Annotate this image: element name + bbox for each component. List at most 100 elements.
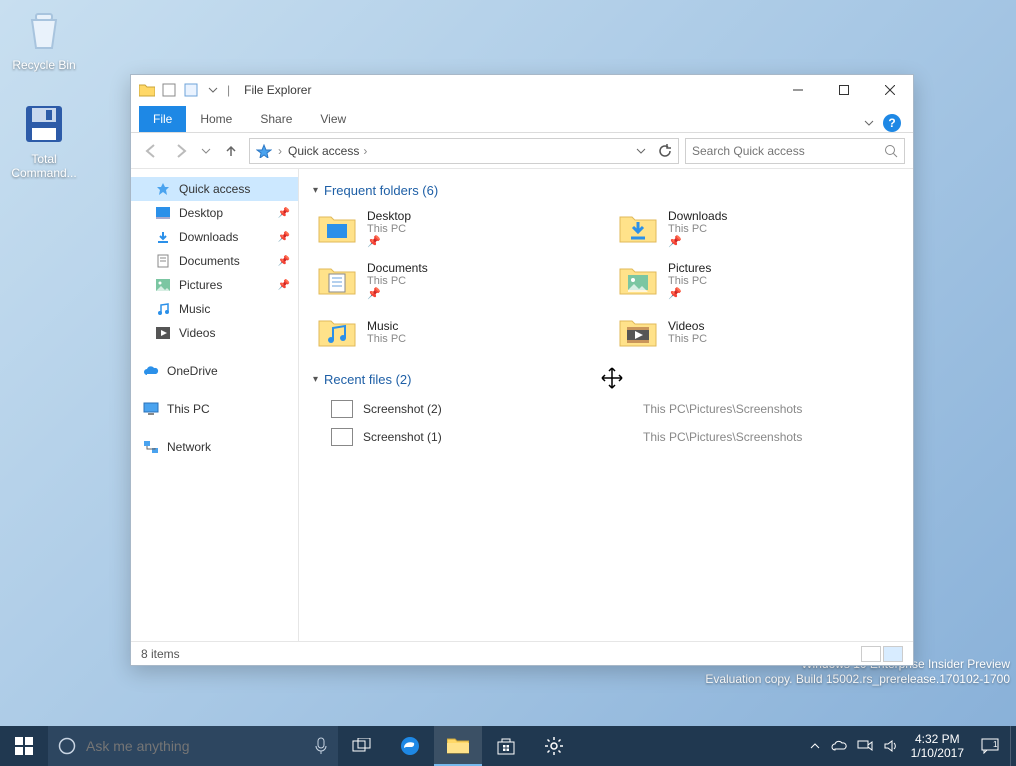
onedrive-tray-icon[interactable]	[831, 740, 847, 752]
tab-file[interactable]: File	[139, 106, 186, 132]
folder-item[interactable]: PicturesThis PC📌	[614, 258, 899, 302]
tray-chevron-up-icon[interactable]	[809, 740, 821, 752]
quick-access-star-icon	[256, 144, 272, 158]
show-desktop-button[interactable]	[1010, 726, 1016, 766]
system-tray[interactable]	[803, 739, 905, 753]
folder-sub: This PC	[668, 275, 711, 287]
microphone-icon[interactable]	[314, 737, 328, 755]
quick-access-toolbar	[137, 80, 223, 100]
folder-sub: This PC	[367, 333, 406, 345]
taskbar-search-input[interactable]	[86, 738, 304, 754]
network-tray-icon[interactable]	[857, 739, 873, 753]
star-icon	[155, 181, 171, 197]
tab-home[interactable]: Home	[186, 106, 246, 132]
file-explorer-window: | File Explorer File Home Share View ?	[130, 74, 914, 666]
recycle-bin-icon	[20, 6, 68, 54]
folder-item[interactable]: DocumentsThis PC📌	[313, 258, 598, 302]
nav-back-button[interactable]	[139, 139, 163, 163]
titlebar[interactable]: | File Explorer	[131, 75, 913, 105]
maximize-button[interactable]	[821, 75, 867, 105]
action-center-button[interactable]: 1	[970, 726, 1010, 766]
sidebar-item-quick-access[interactable]: Quick access	[131, 177, 298, 201]
sidebar-item-videos[interactable]: Videos	[131, 321, 298, 345]
ribbon-expand-icon[interactable]	[863, 117, 875, 129]
new-folder-icon[interactable]	[181, 80, 201, 100]
breadcrumb-chevron-icon[interactable]: ›	[363, 144, 367, 158]
address-bar[interactable]: › Quick access ›	[249, 138, 679, 164]
pin-icon: 📌	[367, 287, 428, 300]
nav-up-button[interactable]	[219, 139, 243, 163]
task-view-button[interactable]	[338, 726, 386, 766]
sidebar-item-music[interactable]: Music	[131, 297, 298, 321]
sidebar-item-onedrive[interactable]: OneDrive	[131, 359, 298, 383]
taskbar-store[interactable]	[482, 726, 530, 766]
taskbar-edge[interactable]	[386, 726, 434, 766]
folder-item[interactable]: MusicThis PC	[313, 310, 598, 354]
folder-item[interactable]: DownloadsThis PC📌	[614, 206, 899, 250]
content-pane[interactable]: ▾ Frequent folders (6) DesktopThis PC📌 Do…	[299, 169, 913, 641]
folder-icon	[618, 312, 658, 352]
sidebar-item-downloads[interactable]: Downloads 📌	[131, 225, 298, 249]
group-recent-files[interactable]: ▾ Recent files (2)	[313, 372, 899, 387]
sidebar-item-label: Videos	[179, 326, 215, 340]
desktop-icon-total-commander[interactable]: Total Command...	[6, 100, 82, 180]
search-input[interactable]	[692, 144, 884, 158]
qat-dropdown-icon[interactable]	[203, 80, 223, 100]
desktop-icon-recycle-bin[interactable]: Recycle Bin	[6, 6, 82, 72]
sidebar-item-pictures[interactable]: Pictures 📌	[131, 273, 298, 297]
folder-name: Downloads	[668, 209, 727, 223]
help-button[interactable]: ?	[883, 114, 901, 132]
computer-icon	[143, 401, 159, 417]
clock-date: 1/10/2017	[911, 746, 964, 760]
sidebar-item-desktop[interactable]: Desktop 📌	[131, 201, 298, 225]
nav-recent-dropdown[interactable]	[199, 139, 213, 163]
tab-view[interactable]: View	[306, 106, 360, 132]
chevron-down-icon: ▾	[313, 374, 318, 385]
search-icon[interactable]	[884, 144, 898, 158]
volume-tray-icon[interactable]	[883, 739, 899, 753]
titlebar-separator: |	[227, 83, 230, 97]
music-icon	[155, 301, 171, 317]
desktop[interactable]: Recycle Bin Total Command... Windows 10 …	[0, 0, 1016, 726]
breadcrumb-chevron-icon[interactable]: ›	[278, 144, 282, 158]
folder-icon	[317, 208, 357, 248]
breadcrumb-location[interactable]: Quick access	[288, 144, 359, 158]
taskbar-settings[interactable]	[530, 726, 578, 766]
folder-sub: This PC	[668, 223, 727, 235]
folder-item[interactable]: DesktopThis PC📌	[313, 206, 598, 250]
desktop-icon-label: Total Command...	[6, 152, 82, 180]
close-button[interactable]	[867, 75, 913, 105]
folder-icon[interactable]	[137, 80, 157, 100]
floppy-disk-icon	[20, 100, 68, 148]
sidebar-item-documents[interactable]: Documents 📌	[131, 249, 298, 273]
folder-sub: This PC	[668, 333, 707, 345]
taskbar-file-explorer[interactable]	[434, 726, 482, 766]
tab-share[interactable]: Share	[246, 106, 306, 132]
folder-item[interactable]: VideosThis PC	[614, 310, 899, 354]
ribbon-tabs: File Home Share View ?	[131, 105, 913, 133]
recent-file-row[interactable]: Screenshot (2)This PC\Pictures\Screensho…	[313, 395, 899, 423]
sidebar-item-label: Documents	[179, 254, 240, 268]
folder-sub: This PC	[367, 275, 428, 287]
pin-icon: 📌	[278, 208, 290, 219]
search-box[interactable]	[685, 138, 905, 164]
sidebar-item-network[interactable]: Network	[131, 435, 298, 459]
taskbar-clock[interactable]: 4:32 PM 1/10/2017	[905, 732, 970, 760]
pin-icon: 📌	[278, 232, 290, 243]
view-large-icons-button[interactable]	[883, 646, 903, 662]
sidebar-item-this-pc[interactable]: This PC	[131, 397, 298, 421]
recent-file-row[interactable]: Screenshot (1)This PC\Pictures\Screensho…	[313, 423, 899, 451]
minimize-button[interactable]	[775, 75, 821, 105]
group-frequent-folders[interactable]: ▾ Frequent folders (6)	[313, 183, 899, 198]
recent-file-path: This PC\Pictures\Screenshots	[643, 430, 802, 444]
refresh-button[interactable]	[658, 144, 672, 158]
folder-icon	[618, 260, 658, 300]
view-details-button[interactable]	[861, 646, 881, 662]
start-button[interactable]	[0, 726, 48, 766]
folder-name: Videos	[668, 319, 707, 333]
nav-forward-button[interactable]	[169, 139, 193, 163]
address-dropdown-icon[interactable]	[636, 146, 646, 156]
taskbar-search[interactable]	[48, 726, 338, 766]
network-icon	[143, 439, 159, 455]
properties-icon[interactable]	[159, 80, 179, 100]
